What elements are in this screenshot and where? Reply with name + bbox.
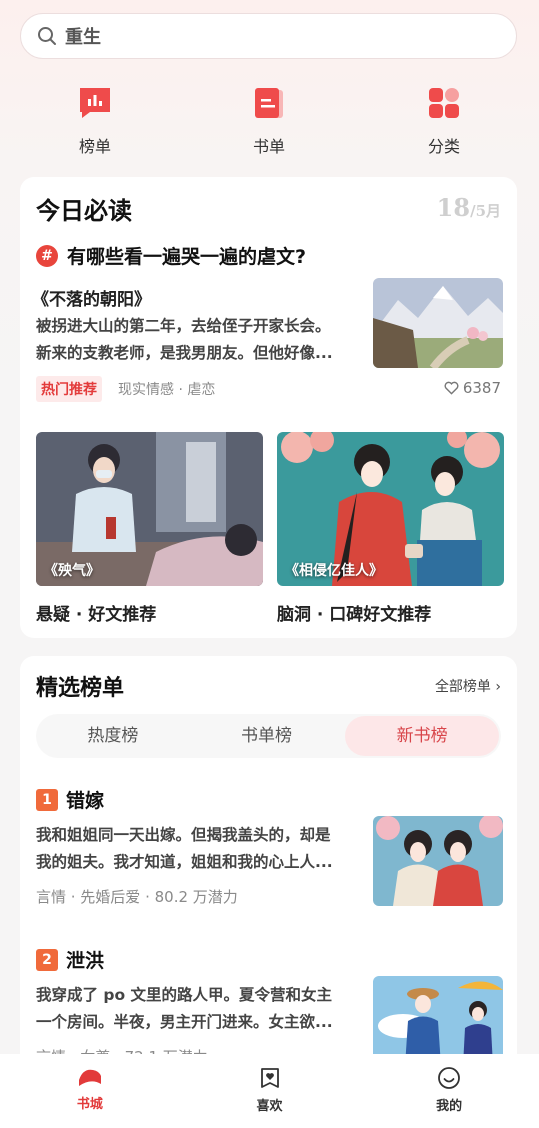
- quick-link-category[interactable]: 分类: [394, 86, 494, 157]
- quick-link-booklist[interactable]: 书单: [219, 86, 319, 157]
- tab-new-books[interactable]: 新书榜: [345, 716, 500, 756]
- book-cover-image[interactable]: [373, 278, 503, 368]
- ranking-card: 精选榜单 全部榜单 › 热度榜 书单榜 新书榜 1 错嫁 我和姐姐同一天出嫁。但…: [20, 656, 517, 1086]
- section-title: 今日必读: [36, 196, 132, 225]
- bookstore-icon: [78, 1069, 101, 1086]
- topic-heading[interactable]: # 有哪些看一遍哭一遍的虐文?: [36, 242, 306, 269]
- booklist-icon: [255, 88, 283, 118]
- quick-link-label: 书单: [252, 137, 285, 156]
- book-description: 我穿成了 po 文里的路人甲。夏令营和女主 一个房间。半夜，男主开门进来。女主欲…: [36, 986, 333, 1031]
- featured-cover-image: 《殃气》: [36, 432, 263, 586]
- tab-booklist[interactable]: 书单榜: [190, 714, 344, 758]
- book-name: 泄洪: [66, 950, 105, 972]
- search-bar[interactable]: 重生: [20, 13, 517, 59]
- category-icon: [429, 88, 459, 118]
- book-name: 错嫁: [66, 790, 105, 812]
- all-rankings-link[interactable]: 全部榜单 ›: [435, 676, 501, 696]
- book-genre: 现实情感 · 虐恋: [118, 382, 216, 398]
- topic-title: 有哪些看一遍哭一遍的虐文?: [67, 246, 307, 268]
- rank-badge: 2: [36, 948, 58, 971]
- chart-icon: [80, 88, 110, 118]
- ranking-item[interactable]: 1 错嫁 我和姐姐同一天出嫁。但揭我盖头的，却是 我的姐夫。我才知道，姐姐和我的…: [36, 786, 503, 906]
- book-cover-image: [373, 976, 503, 1066]
- ranking-item[interactable]: 2 泄洪 我穿成了 po 文里的路人甲。夏令营和女主 一个房间。半夜，男主开门进…: [36, 946, 503, 1066]
- bottom-nav: 书城 喜欢 我的: [0, 1054, 539, 1128]
- hot-recommend-tag: 热门推荐: [36, 376, 102, 402]
- featured-title: 《相侵亿佳人》: [285, 563, 383, 579]
- date-stamp: 18/5月: [436, 193, 501, 222]
- featured-book[interactable]: 《殃气》 悬疑 · 好文推荐: [36, 432, 263, 625]
- search-query[interactable]: 重生: [65, 23, 101, 49]
- daily-must-read-card: 今日必读 18/5月 # 有哪些看一遍哭一遍的虐文? 《不落的朝阳》 被拐进大山…: [20, 177, 517, 638]
- book-cover-image: [373, 816, 503, 906]
- quick-link-rankings[interactable]: 榜单: [45, 86, 145, 157]
- book-title[interactable]: 《不落的朝阳》: [32, 285, 151, 310]
- nav-profile[interactable]: 我的: [359, 1054, 539, 1128]
- section-title: 精选榜单: [36, 675, 125, 701]
- like-count[interactable]: 6387: [444, 379, 501, 397]
- quick-link-label: 榜单: [78, 137, 111, 156]
- nav-favorite[interactable]: 喜欢: [180, 1054, 360, 1128]
- heart-icon: [444, 381, 459, 395]
- featured-book[interactable]: 《相侵亿佳人》 脑洞 · 口碑好文推荐: [277, 432, 504, 625]
- book-description[interactable]: 被拐进大山的第二年，去给侄子开家长会。 新来的支教老师，是我男朋友。但他好像..…: [36, 313, 358, 367]
- quick-link-label: 分类: [427, 137, 460, 156]
- book-description: 我和姐姐同一天出嫁。但揭我盖头的，却是 我的姐夫。我才知道，姐姐和我的心上人..…: [36, 826, 333, 871]
- favorite-icon: [260, 1068, 279, 1088]
- hashtag-icon: #: [36, 244, 58, 267]
- nav-bookstore[interactable]: 书城: [0, 1054, 180, 1128]
- search-icon: [38, 27, 56, 45]
- featured-caption: 悬疑 · 好文推荐: [36, 605, 157, 625]
- tab-hot[interactable]: 热度榜: [36, 714, 190, 758]
- rank-badge: 1: [36, 788, 58, 811]
- featured-title: 《殃气》: [44, 563, 100, 579]
- profile-icon: [438, 1067, 461, 1089]
- book-meta: 言情 · 先婚后爱 · 80.2 万潜力: [36, 888, 238, 906]
- featured-cover-image: 《相侵亿佳人》: [277, 432, 504, 586]
- ranking-tabs: 热度榜 书单榜 新书榜: [36, 714, 501, 758]
- featured-caption: 脑洞 · 口碑好文推荐: [277, 605, 432, 625]
